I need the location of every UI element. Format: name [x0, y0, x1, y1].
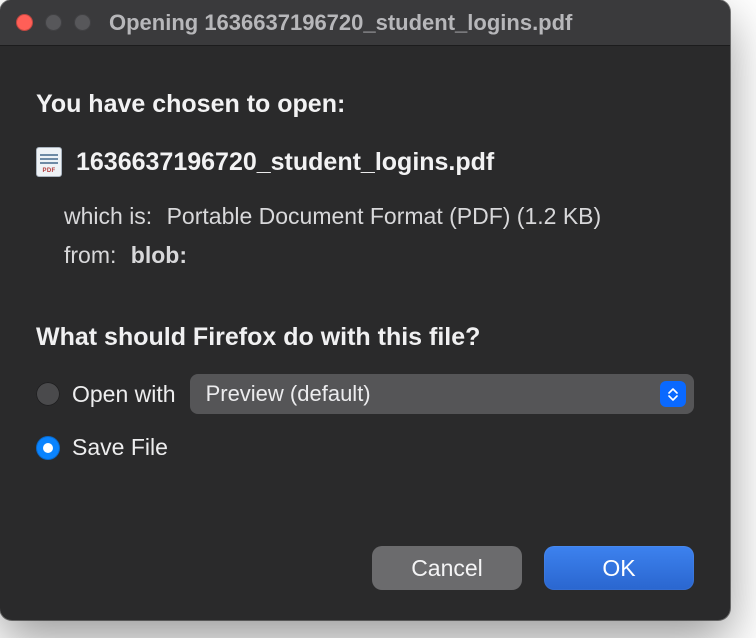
open-with-selected-app: Preview (default) — [206, 381, 660, 407]
radio-save-file[interactable] — [36, 436, 60, 460]
cancel-button-label: Cancel — [411, 555, 483, 582]
which-is-row: which is: Portable Document Format (PDF)… — [64, 197, 694, 236]
zoom-icon — [74, 14, 91, 31]
from-label: from: — [64, 242, 116, 268]
pdf-file-icon — [36, 147, 62, 177]
open-with-label: Open with — [72, 381, 176, 408]
titlebar: Opening 1636637196720_student_logins.pdf — [0, 0, 730, 46]
ok-button[interactable]: OK — [544, 546, 694, 590]
window-title: Opening 1636637196720_student_logins.pdf — [91, 10, 714, 36]
option-open-with[interactable]: Open with Preview (default) — [36, 374, 694, 414]
option-save-file[interactable]: Save File — [36, 434, 694, 461]
close-icon[interactable] — [16, 14, 33, 31]
minimize-icon — [45, 14, 62, 31]
which-is-label: which is: — [64, 203, 152, 229]
cancel-button[interactable]: Cancel — [372, 546, 522, 590]
radio-open-with[interactable] — [36, 382, 60, 406]
download-dialog: Opening 1636637196720_student_logins.pdf… — [0, 0, 730, 620]
chosen-heading: You have chosen to open: — [36, 90, 694, 119]
which-is-value: Portable Document Format (PDF) (1.2 KB) — [167, 203, 602, 229]
action-prompt: What should Firefox do with this file? — [36, 323, 694, 352]
chevron-up-down-icon — [660, 381, 686, 407]
ok-button-label: OK — [602, 555, 635, 582]
open-with-select[interactable]: Preview (default) — [190, 374, 694, 414]
from-value: blob: — [131, 242, 187, 268]
file-name: 1636637196720_student_logins.pdf — [76, 148, 494, 177]
file-row: 1636637196720_student_logins.pdf — [36, 147, 694, 177]
dialog-buttons: Cancel OK — [372, 546, 694, 590]
save-file-label: Save File — [72, 434, 168, 461]
from-row: from: blob: — [64, 236, 694, 275]
dialog-body: You have chosen to open: 1636637196720_s… — [0, 46, 730, 461]
window-controls — [16, 14, 91, 31]
file-meta: which is: Portable Document Format (PDF)… — [36, 197, 694, 275]
